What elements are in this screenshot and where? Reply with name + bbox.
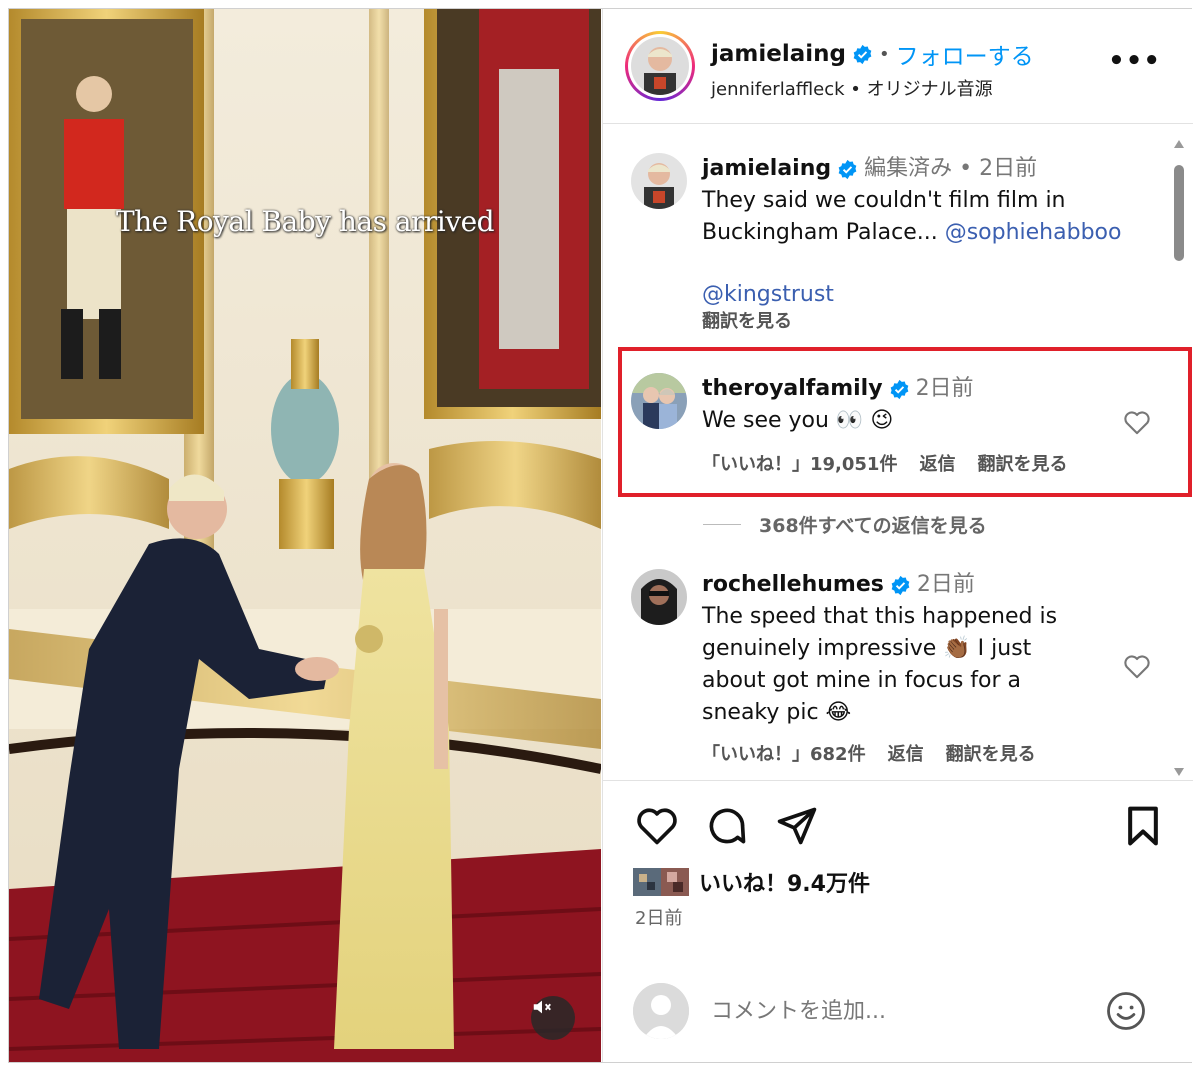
comment-item: rochellehumes 2日前 The speed that this ha… (631, 569, 1151, 769)
audio-info[interactable]: jenniferlaffleck • オリジナル音源 (711, 75, 993, 101)
highlight-box (618, 347, 1192, 497)
current-user-avatar (633, 983, 689, 1039)
commenter-avatar[interactable] (631, 153, 687, 209)
liker-avatars (633, 868, 689, 896)
translate-link[interactable]: 翻訳を見る (946, 739, 1036, 771)
share-icon[interactable] (775, 804, 819, 848)
media-illustration (9, 9, 601, 1062)
follow-button[interactable]: フォローする (896, 37, 1034, 71)
post-header: jamielaing • フォローする jenniferlaffleck • オ… (603, 9, 1193, 124)
comment-text-line: genuinely impressive 👏🏾 I just (702, 636, 1032, 661)
avatar-image (631, 37, 689, 95)
comment-likes[interactable]: 「いいね！」682件 (702, 739, 866, 771)
avatar-image (631, 153, 687, 209)
author-avatar[interactable] (625, 31, 695, 101)
likes-summary[interactable]: いいね！9.4万件 (633, 866, 870, 898)
avatar-image (631, 569, 687, 625)
post-media[interactable]: The Royal Baby has arrived (9, 9, 601, 1062)
like-comment-heart-icon[interactable] (1123, 653, 1151, 679)
heart-icon[interactable] (635, 804, 679, 848)
bookmark-icon[interactable] (1121, 804, 1165, 848)
comment-actions: 「いいね！」682件 返信 翻訳を見る (702, 739, 1132, 771)
scroll-thumb[interactable] (1174, 165, 1184, 261)
comment-composer (603, 971, 1193, 1062)
comment-body: jamielaing 編集済み • 2日前 They said we could… (702, 153, 1132, 333)
author-username[interactable]: jamielaing (711, 41, 846, 67)
author-line: jamielaing • フォローする (711, 37, 1034, 71)
mute-icon (533, 1000, 551, 1014)
post-window: The Royal Baby has arrived jamielaing • … (8, 8, 1193, 1063)
comment-username[interactable]: rochellehumes (702, 569, 884, 601)
replies-divider (703, 524, 741, 525)
scroll-up-icon[interactable] (1173, 139, 1185, 149)
comment-text-line: Buckingham Palace... @sophiehabboo (702, 217, 1132, 249)
comment-text-line: about got mine in focus for a (702, 668, 1021, 693)
liker-avatars-image (633, 868, 689, 896)
verified-icon (853, 44, 872, 64)
likes-count[interactable]: いいね！9.4万件 (699, 866, 870, 898)
mute-button[interactable] (531, 996, 575, 1040)
view-replies-label[interactable]: 368件すべての返信を見る (759, 511, 987, 538)
caption-comment: jamielaing 編集済み • 2日前 They said we could… (631, 153, 1151, 353)
view-replies[interactable]: 368件すべての返信を見る (703, 511, 987, 538)
commenter-avatar[interactable] (631, 569, 687, 625)
comment-meta: 2日前 (916, 572, 975, 597)
default-avatar-icon (633, 983, 689, 1039)
comment-text-line: They said we couldn't film film in (702, 188, 1066, 213)
verified-icon (838, 159, 857, 179)
comment-body: rochellehumes 2日前 The speed that this ha… (702, 569, 1132, 771)
post-date[interactable]: 2日前 (635, 904, 682, 930)
comment-icon[interactable] (705, 804, 749, 848)
mention-link[interactable]: @sophiehabboo (945, 220, 1122, 245)
translate-link[interactable]: 翻訳を見る (702, 311, 1132, 333)
post-action-bar (603, 804, 1193, 864)
verified-icon (891, 575, 910, 595)
reply-button[interactable]: 返信 (888, 739, 924, 771)
comment-input[interactable] (711, 993, 1091, 1029)
scroll-down-icon[interactable] (1173, 767, 1185, 777)
post-sidebar: jamielaing • フォローする jenniferlaffleck • オ… (602, 9, 1193, 1062)
comment-text-line: The speed that this happened is (702, 604, 1058, 629)
comment-text: Buckingham Palace... (702, 220, 945, 245)
comment-text-line: sneaky pic 😂 (702, 700, 852, 725)
emoji-icon[interactable] (1105, 990, 1147, 1032)
more-options-button[interactable]: ••• (1108, 48, 1161, 74)
comment-meta: 編集済み • 2日前 (864, 156, 1038, 181)
mention-link[interactable]: @kingstrust (702, 279, 1132, 311)
video-caption: The Royal Baby has arrived (115, 205, 495, 238)
comment-username[interactable]: jamielaing (702, 153, 831, 185)
separator-dot: • (878, 43, 890, 65)
